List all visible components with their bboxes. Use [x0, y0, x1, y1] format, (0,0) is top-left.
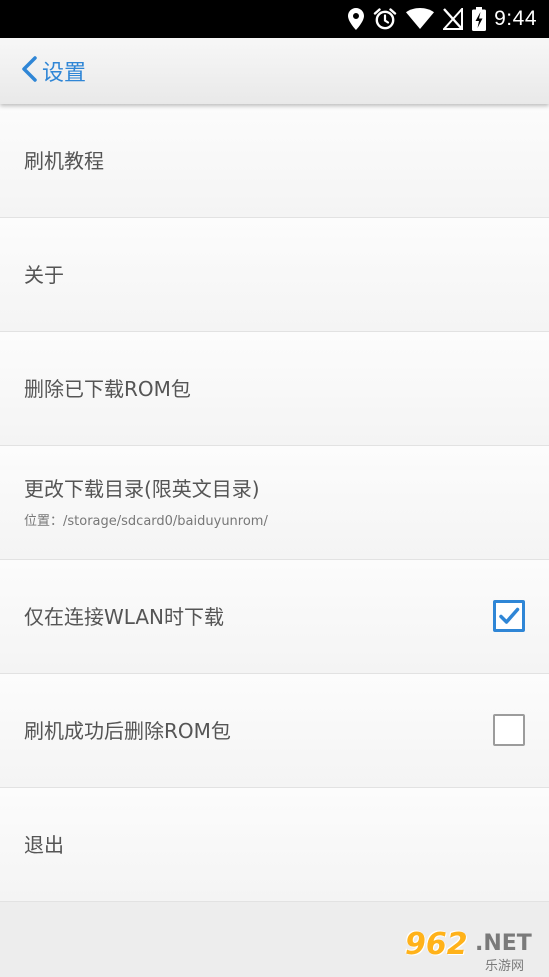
settings-item-delete-after-flash[interactable]: 刷机成功后删除ROM包 — [0, 674, 549, 788]
watermark-number: 962 — [405, 927, 468, 962]
chevron-left-icon — [20, 55, 38, 87]
settings-item-download-dir[interactable]: 更改下载目录(限英文目录) 位置：/storage/sdcard0/baiduy… — [0, 446, 549, 560]
status-bar: 9:44 — [0, 0, 549, 38]
alarm-icon — [373, 7, 397, 31]
wlan-only-checkbox[interactable] — [493, 600, 525, 632]
download-dir-path: 位置：/storage/sdcard0/baiduyunrom/ — [24, 514, 268, 529]
delete-after-flash-checkbox[interactable] — [493, 714, 525, 746]
check-icon — [499, 607, 520, 624]
settings-item-label: 删除已下载ROM包 — [24, 377, 191, 401]
settings-item-exit[interactable]: 退出 — [0, 788, 549, 902]
settings-item-about[interactable]: 关于 — [0, 218, 549, 332]
settings-item-label: 仅在连接WLAN时下载 — [24, 605, 225, 629]
wifi-icon — [406, 8, 435, 30]
settings-item-flash-tutorial[interactable]: 刷机教程 — [0, 104, 549, 218]
watermark-cn: 乐游网 — [485, 959, 525, 974]
settings-item-label: 关于 — [24, 263, 64, 287]
app-bar: 设置 — [0, 38, 549, 104]
watermark-logo: 962 .NET 乐游网 — [403, 927, 543, 974]
watermark-suffix: .NET — [475, 931, 532, 956]
settings-item-label: 退出 — [24, 833, 64, 857]
page-title: 设置 — [42, 61, 87, 86]
battery-charging-icon — [472, 7, 487, 31]
location-icon — [348, 8, 365, 30]
settings-item-label: 刷机教程 — [24, 149, 104, 173]
settings-item-label: 刷机成功后删除ROM包 — [24, 719, 231, 743]
no-sim-icon — [443, 8, 464, 30]
settings-item-wlan-only[interactable]: 仅在连接WLAN时下载 — [0, 560, 549, 674]
settings-list: 刷机教程 关于 删除已下载ROM包 更改下载目录(限英文目录) 位置：/stor… — [0, 104, 549, 902]
status-icons: 9:44 — [339, 0, 537, 38]
status-time: 9:44 — [494, 7, 537, 30]
settings-item-delete-rom[interactable]: 删除已下载ROM包 — [0, 332, 549, 446]
back-button[interactable]: 设置 — [0, 38, 96, 104]
settings-item-label: 更改下载目录(限英文目录) — [24, 477, 260, 501]
